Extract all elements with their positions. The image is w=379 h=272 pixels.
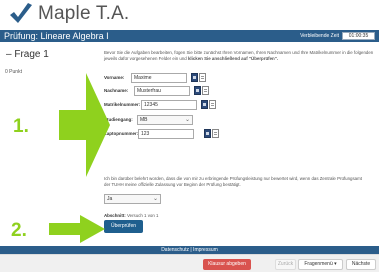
attempt-text: Versuch 1 von 1: [126, 213, 159, 218]
check-answer-button[interactable]: Überprüfen: [104, 220, 143, 233]
submit-exam-button[interactable]: Klausur abgeben: [203, 259, 251, 270]
question-menu-button[interactable]: Fragenmenü ▾: [298, 259, 343, 270]
laptop-input[interactable]: 123: [138, 129, 194, 139]
question-points: 0 Punkt: [5, 69, 22, 75]
footer-bar: Datenschutz | Impressum: [0, 246, 379, 254]
step-marker-two: 2.: [11, 220, 27, 241]
laptop-row: Laptopnummer: 123: [104, 129, 264, 140]
question-title: – Frage 1: [6, 49, 49, 60]
exam-title: Prüfung: Lineare Algebra I: [4, 31, 109, 41]
bottom-navigation: Klausur abgeben Zurück Fragenmenü ▾ Näch…: [0, 254, 379, 272]
nachname-row: Nachname: Musterfrau: [104, 86, 264, 97]
checkmark-logo-icon: [10, 3, 32, 23]
timer-label: Verbleibende Zeit: [300, 33, 339, 39]
preview-icon[interactable]: [201, 100, 208, 109]
consent-text: Ich bin darüber belehrt worden, dass die…: [104, 176, 362, 187]
back-button[interactable]: Zurück: [275, 259, 296, 270]
chevron-down-icon: ⌄: [152, 196, 158, 202]
vorname-row: Vorname: Maxime: [104, 73, 264, 84]
app-header: Maple T.A.: [0, 0, 379, 30]
matrikel-input[interactable]: 12345: [141, 100, 197, 110]
timer-display: 01:00:35: [342, 32, 375, 40]
studiengang-select[interactable]: MB ⌄: [137, 115, 193, 125]
consent-select-value: Ja: [107, 196, 113, 202]
arrow-right-icon: [49, 215, 105, 243]
preview-icon[interactable]: [194, 86, 201, 95]
matrikel-row: Matrikelnummer: 12345: [104, 100, 264, 111]
chevron-down-icon: ⌄: [184, 117, 190, 123]
exam-title-bar: Prüfung: Lineare Algebra I Verbleibende …: [0, 30, 379, 42]
nachname-input[interactable]: Musterfrau: [134, 86, 190, 96]
next-button[interactable]: Nächste: [346, 259, 376, 270]
question-instructions: Bevor Sie die Aufgaben bearbeiten, fügen…: [104, 50, 374, 62]
preview-icon[interactable]: [191, 73, 198, 82]
help-icon[interactable]: [212, 129, 219, 138]
question-title-text: Frage 1: [14, 49, 49, 60]
help-icon[interactable]: [202, 86, 209, 95]
section-label: Abschnitt:: [104, 213, 126, 218]
instructions-bold: klicken Sie anschließend auf "Überprüfen…: [187, 56, 279, 61]
footer-links[interactable]: Datenschutz | Impressum: [0, 246, 379, 254]
preview-icon[interactable]: [204, 129, 211, 138]
help-icon[interactable]: [199, 73, 206, 82]
section-info: Abschnitt: Versuch 1 von 1: [104, 213, 158, 218]
studiengang-value: MB: [140, 117, 148, 123]
help-icon[interactable]: [209, 100, 216, 109]
consent-select[interactable]: Ja ⌄: [104, 194, 161, 204]
step-marker-one: 1.: [13, 116, 29, 137]
app-logo-text: Maple T.A.: [38, 3, 130, 24]
studiengang-row: Studiengang: MB ⌄: [104, 115, 264, 126]
vorname-input[interactable]: Maxime: [131, 73, 187, 83]
arrow-right-icon: [59, 73, 110, 177]
